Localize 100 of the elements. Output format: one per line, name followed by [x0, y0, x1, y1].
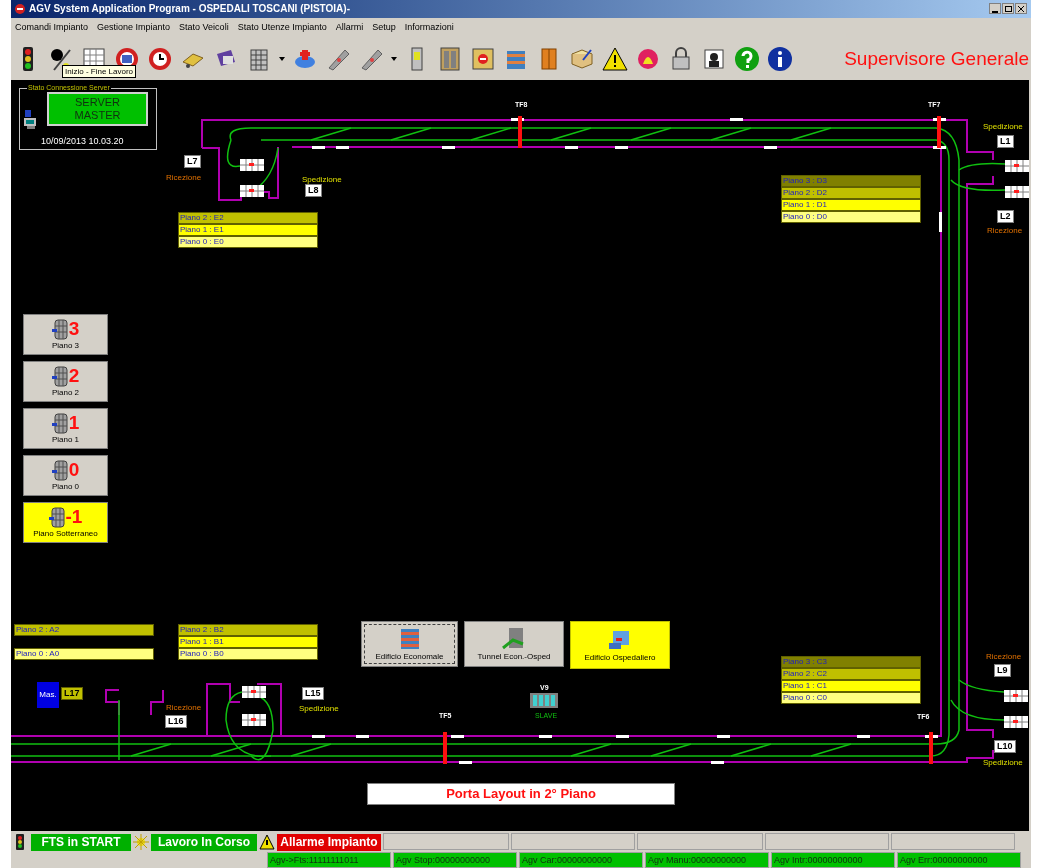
dock-icon	[239, 184, 265, 198]
vehicle-icon	[529, 691, 559, 709]
floor-number: 2	[68, 365, 80, 388]
stop-marker	[711, 760, 724, 764]
stop-marker	[539, 734, 552, 738]
dock-icon	[1004, 185, 1029, 199]
stop-marker	[565, 145, 578, 149]
stop-marker	[336, 145, 349, 149]
menu-item[interactable]: Allarmi	[335, 21, 364, 35]
station-role: Ricezione	[987, 225, 1023, 235]
layout-button[interactable]: Porta Layout in 2° Piano	[367, 782, 675, 805]
maximize-icon	[1004, 6, 1012, 12]
stop-marker	[356, 734, 369, 738]
station-role: Spedizione	[302, 174, 342, 184]
clock-icon	[147, 45, 173, 72]
floor-button[interactable]: 1 Piano 1	[23, 407, 108, 449]
floor-button[interactable]: 0 Piano 0	[23, 454, 108, 496]
floor-number: 3	[68, 318, 80, 341]
station-label: L10	[994, 739, 1016, 753]
stop-marker	[717, 734, 730, 738]
station-label: L15	[302, 686, 324, 700]
floor-number: 1	[68, 412, 80, 435]
menu-item[interactable]: Stato Utenze Impianto	[237, 21, 327, 35]
counter-field: Agv Car:00000000000	[519, 852, 643, 868]
app-icon	[15, 4, 25, 14]
menu-item[interactable]: Gestione Impianto	[97, 21, 171, 35]
maximize-button[interactable]	[1002, 3, 1014, 15]
status-indicator: Allarme Impianto	[277, 833, 381, 851]
building-button[interactable]: Edificio Ospedaliero	[570, 620, 670, 669]
counter-field: Agv Intr:00000000000	[771, 852, 895, 868]
station-label: L8	[305, 183, 322, 197]
tooltip: Inizio - Fine Lavoro	[62, 64, 137, 78]
stop-marker	[615, 145, 628, 149]
floor-row: Piano 3 : D3	[781, 174, 921, 187]
counter-field: Agv->Fts:11111111011	[267, 852, 391, 868]
station-role: Spedizione	[299, 703, 339, 713]
station-role: Spedizione	[983, 757, 1023, 767]
exit-door-icon	[470, 45, 496, 72]
computer-icon	[24, 109, 38, 130]
floor-number: -1	[65, 506, 83, 529]
floor-button[interactable]: 2 Piano 2	[23, 360, 108, 402]
station-label: L17	[61, 686, 83, 700]
floor-button[interactable]: -1 Piano Sotterraneo	[23, 501, 108, 543]
close-button[interactable]	[1015, 3, 1027, 15]
status-indicator: FTS in START	[31, 833, 131, 851]
counter-field: Agv Manu:00000000000	[645, 852, 769, 868]
stop-marker	[939, 211, 942, 232]
stop-marker	[616, 734, 629, 738]
gate-bar	[518, 115, 522, 148]
minimize-button[interactable]	[989, 3, 1001, 15]
menu-item[interactable]: Setup	[372, 21, 396, 35]
floor-row: Piano 3 : C3	[781, 655, 921, 668]
dock-icon	[241, 713, 267, 727]
caret-icon	[391, 56, 397, 61]
floor-row: Piano 0 : A0	[14, 647, 154, 660]
stop-marker	[451, 734, 464, 738]
station-role: Ricezione	[166, 702, 202, 712]
sun-icon	[133, 834, 149, 850]
datetime-text: 10/09/2013 10.03.20	[41, 135, 124, 147]
dock-icon	[1003, 715, 1029, 729]
station-role: Ricezione	[166, 172, 202, 182]
stop-marker	[459, 760, 472, 764]
station-label: L9	[994, 663, 1011, 677]
lift-block: Mas.	[37, 681, 59, 708]
stop-marker	[764, 145, 777, 149]
stop-marker	[442, 145, 455, 149]
role-heading: Supervisore Generale	[844, 46, 1029, 71]
station-label: L16	[165, 714, 187, 728]
caret-icon	[279, 56, 285, 61]
elevator-icon	[437, 45, 463, 72]
building-button[interactable]: Tunnel Econ.-Osped	[464, 620, 564, 667]
help-icon	[734, 45, 760, 72]
stop-marker	[857, 734, 870, 738]
station-role: Spedizione	[983, 121, 1023, 131]
warning-icon	[602, 45, 628, 72]
warning-icon	[259, 834, 275, 850]
gate-bar	[443, 731, 447, 764]
building-button[interactable]: Edificio Economale	[361, 620, 458, 667]
gate-bar	[929, 731, 933, 764]
menu-item[interactable]: Comandi Impianto	[15, 21, 89, 35]
stop-marker	[312, 145, 325, 149]
floor-row: Piano 2 : B2	[178, 623, 318, 636]
floor-row: Piano 2 : A2	[14, 623, 154, 636]
station-label: L7	[184, 154, 201, 168]
stop-marker	[730, 117, 743, 121]
floor-button[interactable]: 3 Piano 3	[23, 313, 108, 355]
floor-number: 0	[68, 459, 80, 482]
counter-field: Agv Err:00000000000	[897, 852, 1021, 868]
station-role: Ricezione	[986, 651, 1022, 661]
menu-item[interactable]: Stato Veicoli	[179, 21, 229, 35]
dock-icon	[241, 685, 267, 699]
close-icon	[1018, 6, 1024, 12]
counter-field: Agv Stop:00000000000	[393, 852, 517, 868]
stop-marker	[312, 734, 325, 738]
station-label: L1	[997, 134, 1014, 148]
station-label: L2	[997, 209, 1014, 223]
floor-row: Piano 2 : E2	[178, 211, 318, 224]
dock-icon	[1004, 159, 1029, 173]
menu-item[interactable]: Informazioni	[404, 21, 454, 35]
window-title: AGV System Application Program - OSPEDALI TOSCANI (PISTOIA)-	[29, 2, 350, 17]
